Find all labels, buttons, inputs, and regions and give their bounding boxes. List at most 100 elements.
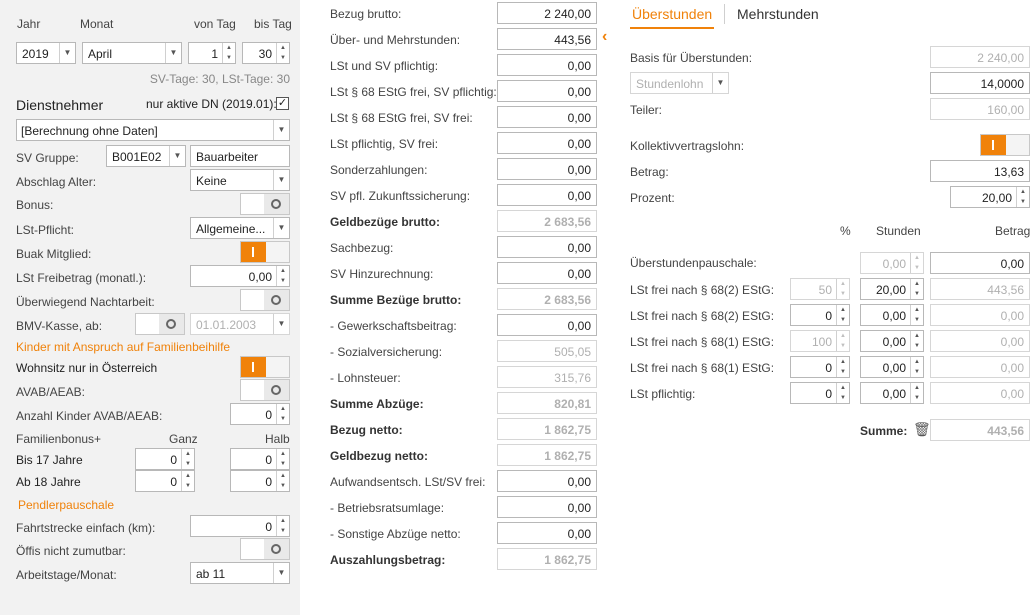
summary-row-value[interactable]: 0,00: [497, 106, 597, 128]
stunden-stepper[interactable]: 0,00 ▲ ▼: [860, 304, 924, 326]
summary-row-label: Summe Bezüge brutto:: [330, 293, 462, 307]
summary-row-value[interactable]: 0,00: [497, 236, 597, 258]
stepper-up-icon[interactable]: ▲: [837, 383, 849, 393]
pct-stepper[interactable]: 100 ▲ ▼: [790, 330, 850, 352]
stepper-down-icon[interactable]: ▼: [837, 289, 849, 299]
tab-ueberstunden[interactable]: Überstunden: [632, 6, 712, 22]
tab-divider: [724, 4, 725, 24]
stunden-stepper[interactable]: 20,00 ▲ ▼: [860, 278, 924, 300]
stepper-up-icon[interactable]: ▲: [911, 305, 923, 315]
stepper-down-icon[interactable]: ▼: [911, 289, 923, 299]
summary-row-value[interactable]: 2 240,00: [497, 2, 597, 24]
summary-row-value[interactable]: 443,56: [497, 28, 597, 50]
summary-row-value: 505,05: [497, 340, 597, 362]
stepper-down-icon[interactable]: ▼: [911, 315, 923, 325]
stepper-down-icon[interactable]: ▼: [837, 315, 849, 325]
summary-row-label: Bezug netto:: [330, 423, 403, 437]
pauschale-stunden-value: 0,00: [882, 257, 906, 271]
summary-row-value[interactable]: 0,00: [497, 314, 597, 336]
summary-row-label: - Betriebsratsumlage:: [330, 501, 445, 515]
teiler-field: 160,00: [930, 98, 1030, 120]
stepper-down-icon[interactable]: ▼: [911, 367, 923, 377]
summary-row-value[interactable]: 0,00: [497, 132, 597, 154]
stunden-stepper[interactable]: 0,00 ▲ ▼: [860, 382, 924, 404]
pct-stepper[interactable]: 0 ▲ ▼: [790, 356, 850, 378]
summary-row-value[interactable]: 0,00: [497, 54, 597, 76]
chevron-left-icon[interactable]: ‹: [602, 28, 607, 46]
table-row-betrag: 0,00: [930, 356, 1030, 378]
summary-row-value[interactable]: 0,00: [497, 262, 597, 284]
summary-row-value: 1 862,75: [497, 548, 597, 570]
stepper-down-icon[interactable]: ▼: [911, 341, 923, 351]
pct-stepper-value: 100: [811, 335, 832, 349]
stepper-up-icon[interactable]: ▲: [911, 253, 923, 263]
summary-row-value: 315,76: [497, 366, 597, 388]
basis-field: 2 240,00: [930, 46, 1030, 68]
summary-row-value[interactable]: 0,00: [497, 470, 597, 492]
stepper-down-icon[interactable]: ▼: [837, 341, 849, 351]
stepper-up-icon[interactable]: ▲: [1017, 187, 1029, 197]
pct-stepper[interactable]: 50 ▲ ▼: [790, 278, 850, 300]
col-stunden-header: Stunden: [876, 224, 921, 238]
summary-row-value[interactable]: 0,00: [497, 496, 597, 518]
stepper-up-icon[interactable]: ▲: [911, 279, 923, 289]
summary-row-label: - Lohnsteuer:: [330, 371, 401, 385]
betrag-label: Betrag:: [630, 165, 669, 179]
pct-stepper[interactable]: 0 ▲ ▼: [790, 304, 850, 326]
table-row-label: LSt frei nach § 68(2) EStG:: [630, 309, 775, 323]
summary-row-label: Bezug brutto:: [330, 7, 402, 21]
summe-field: 443,56: [930, 419, 1030, 441]
stunden-stepper[interactable]: 0,00 ▲ ▼: [860, 356, 924, 378]
summary-row-label: LSt § 68 EStG frei, SV pflichtig:: [330, 85, 497, 99]
stepper-up-icon[interactable]: ▲: [837, 279, 849, 289]
summary-row-label: SV Hinzurechnung:: [330, 267, 434, 281]
summary-row-label: Geldbezug netto:: [330, 449, 428, 463]
pct-stepper-value: 0: [825, 309, 832, 323]
tab-mehrstunden[interactable]: Mehrstunden: [737, 6, 819, 22]
stepper-down-icon[interactable]: ▼: [1017, 197, 1029, 207]
table-row-betrag: 0,00: [930, 330, 1030, 352]
stepper-down-icon[interactable]: ▼: [837, 393, 849, 403]
table-row-betrag: 0,00: [930, 382, 1030, 404]
kv-toggle[interactable]: [980, 134, 1030, 156]
pct-stepper-value: 0: [825, 387, 832, 401]
summary-row-value[interactable]: 0,00: [497, 80, 597, 102]
pauschale-stunden-stepper[interactable]: 0,00 ▲ ▼: [860, 252, 924, 274]
summary-row-label: SV pfl. Zukunftssicherung:: [330, 189, 471, 203]
stepper-down-icon[interactable]: ▼: [911, 263, 923, 273]
summary-row-value[interactable]: 0,00: [497, 158, 597, 180]
summary-row-value[interactable]: 0,00: [497, 522, 597, 544]
stundenlohn-field[interactable]: 14,0000: [930, 72, 1030, 94]
tab-active-indicator: [630, 27, 714, 29]
col-pct-header: %: [840, 224, 851, 238]
stepper-up-icon[interactable]: ▲: [837, 357, 849, 367]
summary-row-label: LSt § 68 EStG frei, SV frei:: [330, 111, 473, 125]
summary-row-label: LSt und SV pflichtig:: [330, 59, 439, 73]
stepper-up-icon[interactable]: ▲: [911, 331, 923, 341]
stepper-down-icon[interactable]: ▼: [837, 367, 849, 377]
summary-row-value[interactable]: 0,00: [497, 184, 597, 206]
stepper-up-icon[interactable]: ▲: [837, 331, 849, 341]
betrag-field[interactable]: 13,63: [930, 160, 1030, 182]
summary-row-label: Über- und Mehrstunden:: [330, 33, 461, 47]
table-row-betrag: 443,56: [930, 278, 1030, 300]
summary-row-value: 1 862,75: [497, 418, 597, 440]
col-betrag-header: Betrag: [995, 224, 1031, 238]
stepper-up-icon[interactable]: ▲: [911, 383, 923, 393]
pct-stepper[interactable]: 0 ▲ ▼: [790, 382, 850, 404]
middle-panel: Bezug brutto: 2 240,00 Über- und Mehrstund…: [0, 0, 620, 615]
stepper-up-icon[interactable]: ▲: [837, 305, 849, 315]
stunden-stepper-value: 20,00: [875, 283, 906, 297]
stunden-stepper-value: 0,00: [882, 361, 906, 375]
stepper-up-icon[interactable]: ▲: [911, 357, 923, 367]
pauschale-betrag-field[interactable]: 0,00: [930, 252, 1030, 274]
table-row-label: LSt frei nach § 68(2) EStG:: [630, 283, 775, 297]
summary-row-value: 1 862,75: [497, 444, 597, 466]
stundenlohn-select[interactable]: Stundenlohn ▼: [630, 72, 729, 94]
stepper-down-icon[interactable]: ▼: [911, 393, 923, 403]
trash-icon[interactable]: 🗑: [913, 421, 931, 438]
pct-stepper-value: 0: [825, 361, 832, 375]
prozent-stepper[interactable]: 20,00 ▲ ▼: [950, 186, 1030, 208]
stunden-stepper[interactable]: 0,00 ▲ ▼: [860, 330, 924, 352]
summary-row-label: Aufwandsentsch. LSt/SV frei:: [330, 475, 486, 489]
